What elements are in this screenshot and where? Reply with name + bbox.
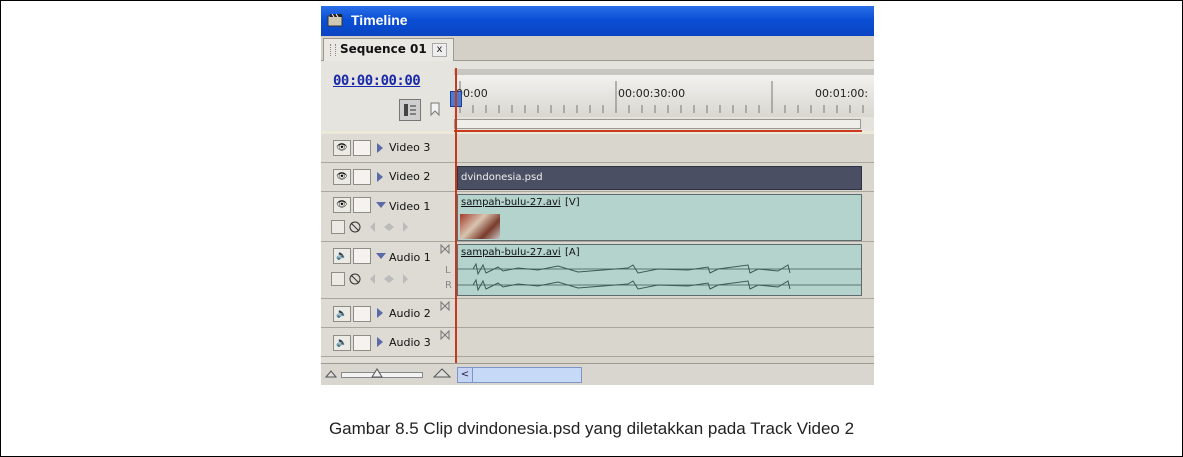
lock-toggle[interactable]: [353, 169, 371, 185]
timeline-window: Timeline Sequence 01 x 00:00:00:00 00:00…: [321, 6, 874, 385]
clip-tag: [A]: [565, 247, 580, 258]
track-lanes: dvindonesia.psd sampah-bulu-27.avi [V] s…: [456, 134, 874, 374]
lane-video-3[interactable]: [456, 134, 874, 163]
track-header-audio-2: 🔈 Audio 2: [321, 299, 456, 328]
collapse-icon[interactable]: [376, 253, 386, 259]
keyframe-nav-icon[interactable]: [369, 273, 409, 285]
tab-label: Sequence 01: [340, 42, 427, 56]
clip-sampah-video[interactable]: sampah-bulu-27.avi [V]: [457, 194, 862, 241]
current-timecode[interactable]: 00:00:00:00: [333, 73, 421, 89]
channel-label-l: L: [445, 265, 451, 276]
display-style-icon[interactable]: [331, 272, 345, 286]
display-style-icon[interactable]: [331, 220, 345, 234]
lane-video-2[interactable]: dvindonesia.psd: [456, 163, 874, 192]
sync-lock-icon: [440, 301, 450, 311]
timeline-header: 00:00:00:00: [321, 61, 452, 131]
work-area-bar[interactable]: [454, 130, 862, 132]
track-name: Video 3: [389, 141, 431, 154]
clip-label: dvindonesia.psd: [461, 172, 543, 183]
expand-icon[interactable]: [377, 143, 383, 153]
collapse-icon[interactable]: [376, 202, 386, 208]
zoom-out-icon[interactable]: [325, 370, 337, 378]
zoom-handle[interactable]: [371, 368, 383, 378]
lane-audio-1[interactable]: sampah-bulu-27.avi [A]: [456, 242, 874, 299]
track-header-audio-3: 🔈 Audio 3: [321, 328, 456, 357]
ruler-area[interactable]: 00:00 00:00:30:00 00:01:00:: [454, 69, 874, 117]
clip-tag: [V]: [565, 197, 580, 208]
horizontal-scroll-thumb[interactable]: [472, 367, 582, 383]
tab-bar: Sequence 01 x: [321, 36, 874, 61]
track-header-audio-1: 🔈 Audio 1 L R: [321, 242, 456, 299]
tab-sequence-01[interactable]: Sequence 01 x: [323, 38, 454, 61]
lock-toggle[interactable]: [353, 197, 371, 213]
eye-icon[interactable]: 👁: [333, 140, 351, 156]
tick-label-1: 00:00:30:00: [618, 87, 686, 100]
speaker-icon[interactable]: 🔈: [333, 335, 351, 351]
speaker-icon[interactable]: 🔈: [333, 306, 351, 322]
expand-icon[interactable]: [377, 308, 383, 318]
tick-label-2: 00:01:00:: [815, 87, 869, 100]
window-title: Timeline: [351, 12, 408, 28]
keyframe-toggle-icon[interactable]: [348, 272, 362, 286]
clip-dvindonesia[interactable]: dvindonesia.psd: [457, 166, 862, 190]
clip-name: sampah-bulu-27.avi: [461, 197, 561, 208]
eye-icon[interactable]: 👁: [333, 169, 351, 185]
track-name: Video 1: [389, 200, 431, 213]
sync-lock-icon: [440, 244, 450, 254]
track-header-video-2: 👁 Video 2: [321, 163, 456, 192]
timeline-footer: <: [321, 363, 874, 385]
track-name: Audio 2: [389, 307, 431, 320]
clip-thumbnail: [460, 214, 500, 239]
zoom-in-icon[interactable]: [433, 368, 451, 378]
lane-audio-2[interactable]: [456, 299, 874, 328]
eye-icon[interactable]: 👁: [333, 197, 351, 213]
clip-sampah-audio[interactable]: sampah-bulu-27.avi [A]: [457, 244, 862, 296]
keyframe-toggle-icon[interactable]: [348, 220, 362, 234]
channel-label-r: R: [445, 280, 452, 291]
lock-toggle[interactable]: [353, 140, 371, 156]
lock-toggle[interactable]: [353, 335, 371, 351]
expand-icon[interactable]: [377, 172, 383, 182]
clip-name: sampah-bulu-27.avi: [461, 247, 561, 258]
track-name: Video 2: [389, 170, 431, 183]
expand-icon[interactable]: [377, 337, 383, 347]
figure-caption: Gambar 8.5 Clip dvindonesia.psd yang dil…: [328, 419, 855, 438]
track-header-video-3: 👁 Video 3: [321, 134, 456, 163]
track-name: Audio 3: [389, 336, 431, 349]
audio-waveform: [458, 262, 861, 292]
time-ruler[interactable]: 00:00 00:00:30:00 00:01:00:: [452, 61, 874, 132]
track-headers: 👁 Video 3 👁 Video 2 👁 Video 1 🔈 Audio 1: [321, 134, 456, 374]
marker-icon[interactable]: [429, 101, 441, 117]
scroll-left-button[interactable]: <: [457, 367, 473, 383]
view-area-bar[interactable]: [454, 119, 861, 129]
playhead-line[interactable]: [455, 68, 457, 374]
title-bar[interactable]: Timeline: [321, 6, 874, 36]
premiere-app-icon: [327, 13, 343, 27]
snap-button[interactable]: [399, 99, 421, 121]
tab-grip[interactable]: [330, 44, 336, 56]
keyframe-nav-icon[interactable]: [369, 221, 409, 233]
lane-audio-3[interactable]: [456, 328, 874, 357]
speaker-icon[interactable]: 🔈: [333, 248, 351, 264]
lane-video-1[interactable]: sampah-bulu-27.avi [V]: [456, 192, 874, 242]
track-header-video-1: 👁 Video 1: [321, 192, 456, 242]
lock-toggle[interactable]: [353, 248, 371, 264]
snap-icon: [404, 104, 416, 116]
track-name: Audio 1: [389, 251, 431, 264]
tab-close-button[interactable]: x: [432, 43, 447, 57]
sync-lock-icon: [440, 330, 450, 340]
lock-toggle[interactable]: [353, 306, 371, 322]
